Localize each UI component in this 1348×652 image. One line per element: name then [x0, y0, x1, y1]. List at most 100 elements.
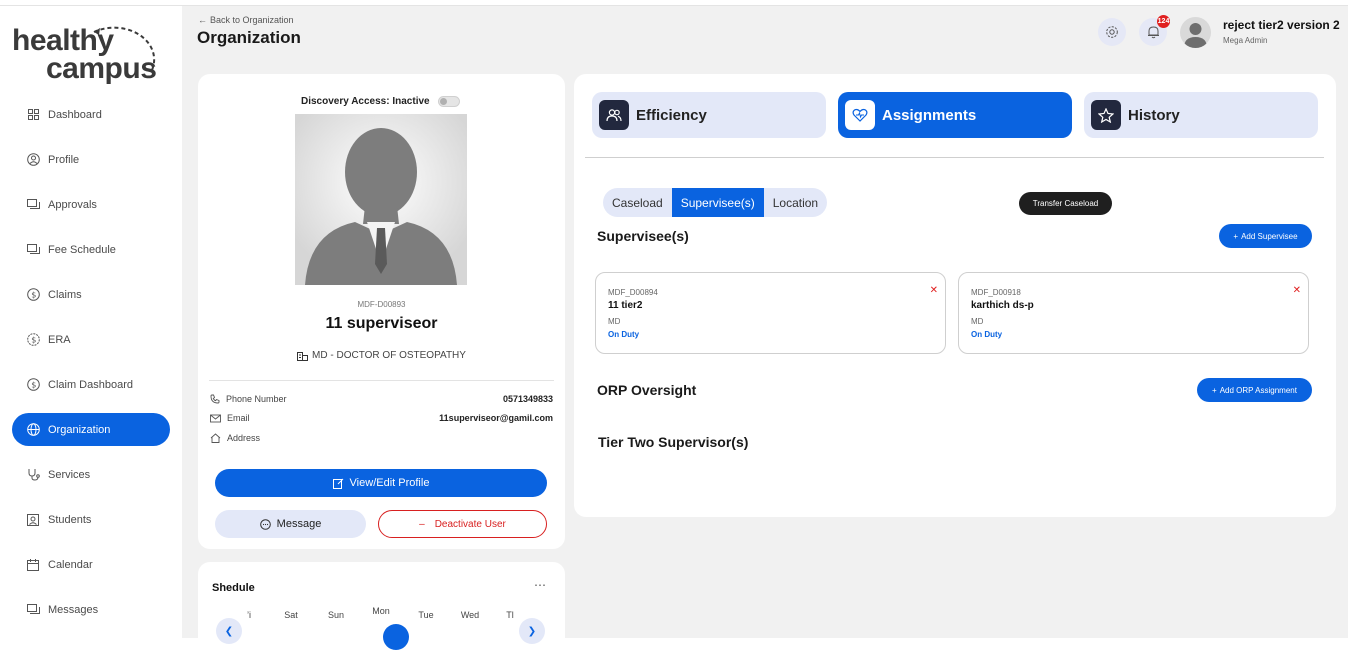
profile-photo [295, 114, 467, 285]
add-orp-assignment-button[interactable]: + Add ORP Assignment [1197, 378, 1312, 402]
sidebar-item-label: ERA [48, 333, 71, 346]
segment-location[interactable]: Location [764, 188, 827, 217]
sidebar-item-students[interactable]: Students [12, 503, 170, 536]
deactivate-label: Deactivate User [434, 518, 506, 530]
today-marker[interactable] [383, 624, 409, 650]
segment-supervisees[interactable]: Supervisee(s) [671, 188, 764, 217]
supervisee-id: MDF_D00918 [971, 288, 1021, 297]
schedule-title: Shedule [212, 582, 255, 594]
back-link[interactable]: ← Back to Organization [198, 15, 294, 25]
chat-icon [26, 198, 40, 212]
supervisee-card[interactable]: MDF_D00918 karthich ds-p MD On Duty ✕ [958, 272, 1309, 354]
sidebar-item-profile[interactable]: Profile [12, 143, 170, 176]
supervisee-status: On Duty [971, 330, 1003, 339]
add-orp-label: Add ORP Assignment [1219, 385, 1297, 395]
add-supervisee-button[interactable]: + Add Supervisee [1219, 224, 1312, 248]
id-card-icon [26, 513, 40, 527]
plus-icon: + [1233, 231, 1239, 241]
close-icon[interactable]: ✕ [1293, 285, 1301, 296]
settings-button[interactable] [1098, 18, 1126, 46]
supervisee-card[interactable]: MDF_D00894 11 tier2 MD On Duty ✕ [595, 272, 946, 354]
user-silhouette-icon [1184, 23, 1207, 48]
supervisees-title: Supervisee(s) [597, 228, 689, 244]
user-circle-icon [26, 153, 40, 167]
chevron-left-icon: ❮ [224, 625, 234, 637]
message-button[interactable]: Message [215, 510, 366, 538]
notifications-button[interactable]: 124 [1139, 15, 1170, 46]
phone-label: Phone Number [226, 394, 287, 404]
sidebar-item-label: Profile [48, 153, 80, 166]
close-icon[interactable]: ✕ [930, 285, 938, 296]
star-icon [1091, 100, 1121, 130]
more-icon[interactable]: ⋯ [534, 578, 547, 592]
sidebar-item-label: Services [48, 468, 91, 481]
building-icon [297, 352, 309, 361]
sidebar-nav: Dashboard Profile Approvals Fee Schedule… [12, 98, 170, 638]
calendar-prev-button[interactable]: ❮ [216, 618, 242, 644]
sidebar-item-approvals[interactable]: Approvals [12, 188, 170, 221]
tab-label: History [1128, 106, 1180, 124]
sidebar-item-organization[interactable]: Organization [12, 413, 170, 446]
svg-text:$: $ [31, 336, 36, 345]
sidebar-item-claim-dashboard[interactable]: $ Claim Dashboard [12, 368, 170, 401]
tab-history[interactable]: History [1084, 92, 1318, 138]
healthy-campus-logo[interactable]: healthy campus [12, 20, 177, 90]
phone-row: Phone Number 0571349833 [210, 394, 553, 404]
sidebar-item-dashboard[interactable]: Dashboard [12, 98, 170, 131]
sidebar-item-label: Organization [48, 423, 111, 436]
sidebar-item-services[interactable]: Services [12, 458, 170, 491]
sidebar-item-label: Messages [48, 603, 99, 616]
day-label: Mon [372, 606, 390, 616]
deactivate-user-button[interactable]: – Deactivate User [378, 510, 547, 538]
main-area: ← Back to Organization Organization 124 … [182, 6, 1348, 652]
supervisee-id: MDF_D00894 [608, 288, 658, 297]
back-label: Back to Organization [210, 15, 294, 25]
calendar-next-button[interactable]: ❯ [519, 618, 545, 644]
sidebar-item-label: Approvals [48, 198, 97, 211]
view-edit-label: View/Edit Profile [349, 477, 430, 489]
phone-value: 0571349833 [502, 394, 553, 404]
discovery-toggle[interactable] [437, 96, 460, 107]
chat-icon [26, 243, 40, 257]
notification-badge: 124 [1157, 15, 1170, 28]
dollar-icon: $ [26, 288, 40, 302]
view-edit-profile-button[interactable]: View/Edit Profile [215, 469, 547, 497]
degree: MD - DOCTOR OF OSTEOPATHY [198, 350, 565, 361]
segment-control: Caseload Supervisee(s) Location [603, 188, 828, 217]
email-label: Email [227, 413, 250, 423]
avatar[interactable] [1180, 17, 1211, 48]
segment-caseload[interactable]: Caseload [603, 188, 672, 217]
supervisee-status: On Duty [608, 330, 640, 339]
sidebar-item-fee-schedule[interactable]: Fee Schedule [12, 233, 170, 266]
tab-efficiency[interactable]: Efficiency [592, 92, 826, 138]
page-title: Organization [197, 28, 301, 47]
svg-text:$: $ [31, 381, 36, 390]
discovery-access: Discovery Access: Inactive [301, 96, 460, 107]
sidebar-item-era[interactable]: $ ERA [12, 323, 170, 356]
sidebar-item-calendar[interactable]: Calendar [12, 548, 170, 581]
supervisee-degree: MD [608, 317, 621, 326]
gear-icon [1106, 26, 1118, 38]
day-label: Tl [506, 610, 514, 620]
users-icon [599, 100, 629, 130]
sidebar-item-label: Students [48, 513, 92, 526]
gear-dollar-icon: $ [26, 333, 40, 347]
sidebar-item-claims[interactable]: $ Claims [12, 278, 170, 311]
divider [209, 380, 554, 381]
email-row: Email 11superviseor@gamil.com [210, 413, 553, 423]
sidebar-item-messages[interactable]: Messages [12, 593, 170, 626]
degree-label: MD - DOCTOR OF OSTEOPATHY [312, 350, 466, 361]
tab-assignments[interactable]: Assignments [838, 92, 1072, 138]
person-silhouette-icon [295, 114, 467, 285]
address-row: Address [210, 433, 553, 443]
transfer-caseload-button[interactable]: Transfer Caseload [1019, 192, 1112, 215]
user-name[interactable]: reject tier2 version 2 [1223, 18, 1340, 32]
schedule-card: Shedule ⋯ ❮ ’i Sat Sun Mon Tue Wed Tl ❯ [198, 562, 565, 652]
message-label: Message [276, 518, 322, 530]
day-label: ’i [247, 610, 251, 620]
home-icon [210, 433, 221, 443]
supervisee-name: 11 tier2 [608, 300, 643, 311]
address-label: Address [227, 433, 261, 443]
sidebar: healthy campus Dashboard Profile Approva… [0, 6, 182, 638]
tab-label: Efficiency [636, 106, 707, 124]
